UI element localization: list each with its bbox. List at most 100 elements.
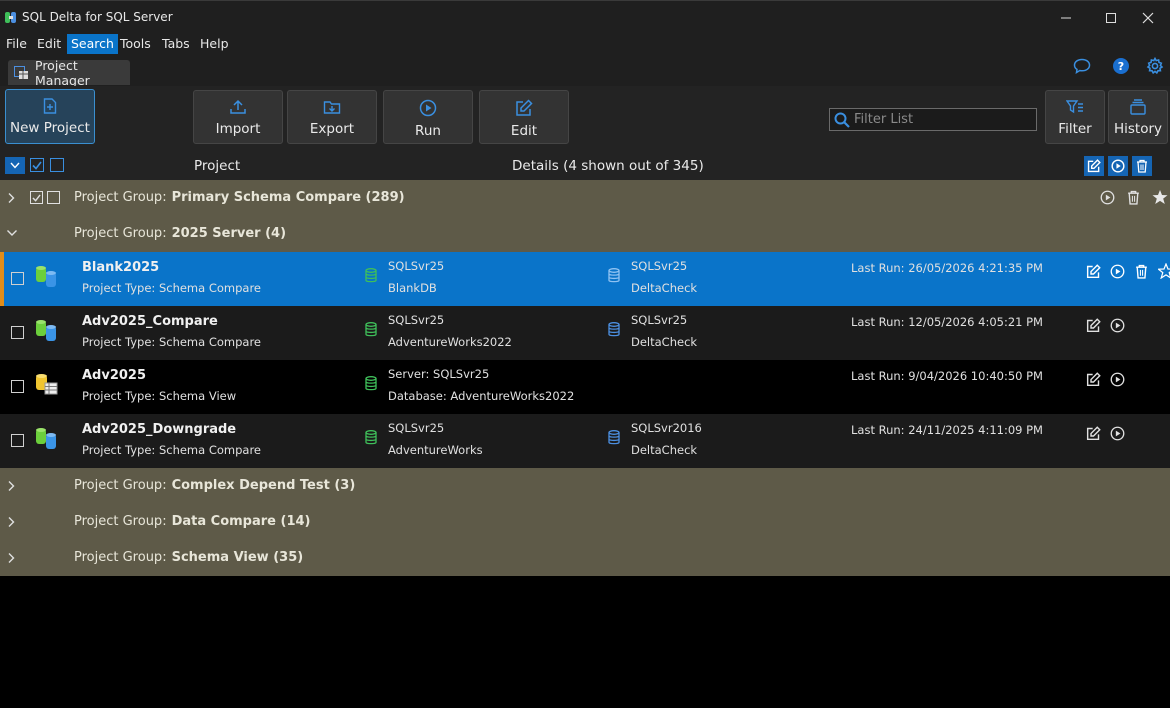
target-database-icon [608, 430, 620, 445]
chevron-right-icon[interactable] [6, 192, 16, 204]
project-name: Adv2025 [82, 368, 147, 383]
edit-project-icon[interactable] [1086, 372, 1101, 387]
new-file-icon [43, 98, 57, 114]
select-none-checkbox[interactable] [50, 158, 64, 172]
run-project-icon[interactable] [1110, 426, 1125, 441]
group-name: Data Compare (14) [171, 514, 311, 529]
source-server: Server: SQLSvr25 [388, 367, 490, 381]
project-row[interactable]: Adv2025_Downgrade Project Type: Schema C… [0, 414, 1170, 468]
group-label: Project Group: Complex Depend Test (3) [74, 478, 356, 493]
export-button[interactable]: Export [287, 90, 377, 144]
edit-button[interactable]: Edit [479, 90, 569, 144]
delete-selected-button[interactable] [1132, 156, 1152, 176]
settings-gear-icon[interactable] [1146, 57, 1164, 75]
project-type: Project Type: Schema Compare [82, 443, 262, 457]
filter-list-field[interactable] [829, 108, 1037, 131]
tab-strip: Project Manager ? [0, 55, 1170, 88]
target-server: SQLSvr25 [631, 313, 688, 327]
project-row[interactable]: Adv2025_Compare Project Type: Schema Com… [0, 306, 1170, 360]
group-label: Project Group: Data Compare (14) [74, 514, 311, 529]
edit-project-icon[interactable] [1086, 318, 1101, 333]
run-group-icon[interactable] [1100, 190, 1115, 205]
chat-icon[interactable] [1073, 58, 1091, 74]
source-database-icon [365, 268, 377, 283]
source-database: AdventureWorks2022 [388, 335, 512, 349]
filter-button[interactable]: Filter [1045, 90, 1105, 144]
favorite-star-outline-icon[interactable] [1158, 263, 1170, 279]
project-group-row[interactable]: Project Group: Data Compare (14) [0, 504, 1170, 540]
menu-edit[interactable]: Edit [33, 34, 65, 54]
source-server: SQLSvr25 [388, 259, 445, 273]
delete-project-icon[interactable] [1135, 264, 1148, 279]
source-database: Database: AdventureWorks2022 [388, 389, 575, 403]
run-button[interactable]: Run [383, 90, 473, 144]
edit-project-icon[interactable] [1086, 264, 1101, 279]
run-project-icon[interactable] [1110, 264, 1125, 279]
group-name: Primary Schema Compare (289) [171, 190, 405, 205]
app-logo-icon [4, 10, 18, 25]
run-project-icon[interactable] [1110, 318, 1125, 333]
svg-text:?: ? [1118, 60, 1124, 73]
last-run: Last Run: 26/05/2026 4:21:35 PM [851, 261, 1043, 275]
project-manager-icon [14, 65, 29, 80]
project-checkbox[interactable] [11, 380, 24, 393]
menu-tabs[interactable]: Tabs [158, 34, 194, 54]
import-label: Import [215, 121, 261, 137]
last-run: Last Run: 12/05/2026 4:05:21 PM [851, 315, 1043, 329]
menu-tools[interactable]: Tools [116, 34, 155, 54]
menu-search[interactable]: Search [67, 34, 118, 54]
delete-group-icon[interactable] [1127, 190, 1140, 205]
chevron-right-icon[interactable] [6, 552, 16, 564]
expand-all-button[interactable] [5, 157, 25, 174]
close-button[interactable] [1126, 5, 1170, 31]
menu-bar: File Edit Search Tools Tabs Help [0, 33, 1170, 55]
project-checkbox[interactable] [11, 326, 24, 339]
empty-list-area [0, 576, 1170, 708]
group-select-all-checkbox[interactable] [30, 191, 43, 204]
edit-label: Edit [510, 123, 538, 139]
group-name: Complex Depend Test (3) [171, 478, 356, 493]
edit-selected-button[interactable] [1084, 156, 1104, 176]
project-group-row[interactable]: Project Group: Complex Depend Test (3) [0, 468, 1170, 504]
source-database: BlankDB [388, 281, 437, 295]
run-project-icon[interactable] [1110, 372, 1125, 387]
target-database: DeltaCheck [631, 281, 698, 295]
import-button[interactable]: Import [193, 90, 283, 144]
target-server: SQLSvr2016 [631, 421, 702, 435]
favorite-star-icon[interactable] [1152, 189, 1168, 205]
chevron-right-icon[interactable] [6, 516, 16, 528]
edit-project-icon[interactable] [1086, 426, 1101, 441]
group-name: 2025 Server (4) [171, 226, 287, 241]
group-select-none-checkbox[interactable] [47, 191, 60, 204]
project-group-row[interactable]: Project Group: 2025 Server (4) [0, 216, 1170, 252]
run-selected-button[interactable] [1108, 156, 1128, 176]
project-checkbox[interactable] [11, 434, 24, 447]
project-type: Project Type: Schema Compare [82, 335, 262, 349]
project-row[interactable]: Blank2025 Project Type: Schema Compare S… [0, 252, 1170, 306]
source-database-icon [365, 376, 377, 391]
help-icon[interactable]: ? [1112, 57, 1130, 75]
project-row[interactable]: Adv2025 Project Type: Schema View Server… [0, 360, 1170, 414]
project-group-row[interactable]: Project Group: Schema View (35) [0, 540, 1170, 576]
details-column-header: Details (4 shown out of 345) [512, 158, 704, 174]
project-name: Adv2025_Compare [82, 314, 218, 329]
menu-file[interactable]: File [2, 34, 31, 54]
filter-list-input[interactable] [854, 112, 1034, 127]
minimize-button[interactable] [1044, 5, 1088, 31]
select-all-checkbox[interactable] [30, 158, 44, 172]
target-server: SQLSvr25 [631, 259, 688, 273]
target-database-icon [608, 268, 620, 283]
project-group-row[interactable]: Project Group: Primary Schema Compare (28… [0, 180, 1170, 216]
schema-compare-icon [35, 426, 59, 450]
tab-project-manager[interactable]: Project Manager [8, 58, 130, 88]
column-header-row: Project Details (4 shown out of 345) [0, 152, 1170, 180]
project-checkbox[interactable] [11, 272, 24, 285]
chevron-down-icon[interactable] [6, 228, 18, 238]
history-button[interactable]: History [1108, 90, 1168, 144]
new-project-button[interactable]: New Project [5, 89, 95, 144]
source-database-icon [365, 430, 377, 445]
menu-help[interactable]: Help [196, 34, 233, 54]
chevron-right-icon[interactable] [6, 480, 16, 492]
group-label: Project Group: 2025 Server (4) [74, 226, 287, 241]
new-project-label: New Project [10, 120, 90, 136]
